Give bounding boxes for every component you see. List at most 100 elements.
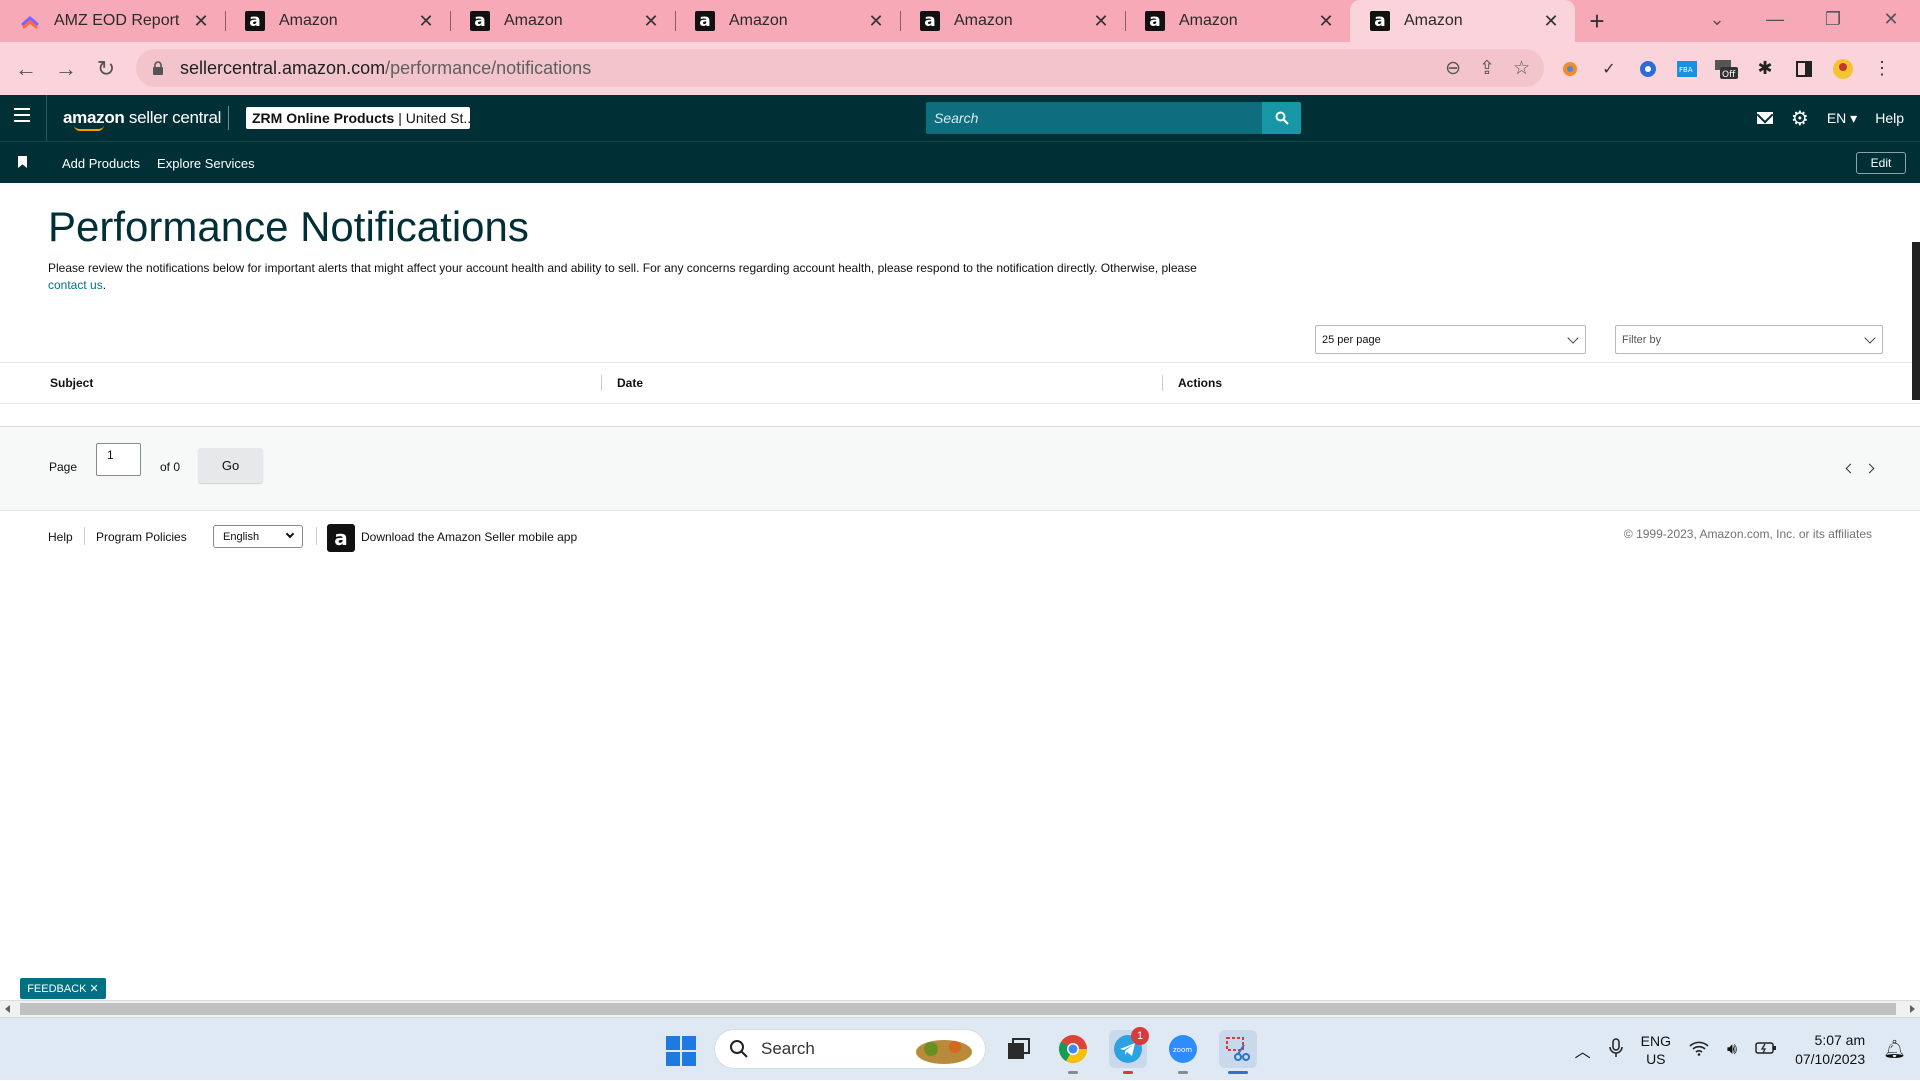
notification-center-icon[interactable]: 🔔︎ [1883, 1039, 1906, 1060]
back-icon[interactable]: ← [6, 49, 46, 89]
reload-icon[interactable]: ↻ [86, 49, 126, 89]
lock-icon[interactable] [152, 61, 164, 75]
intro-end: . [102, 278, 107, 292]
sidebar-icon[interactable] [1792, 57, 1816, 81]
close-icon[interactable]: ✕ [866, 11, 886, 32]
wifi-icon[interactable] [1689, 1040, 1709, 1059]
windows-start-icon[interactable] [666, 1036, 696, 1066]
hamburger-menu-icon[interactable] [14, 108, 30, 122]
download-app-link[interactable]: Download the Amazon Seller mobile app [361, 530, 577, 544]
amazon-smile-icon [74, 125, 104, 131]
filter-select[interactable]: Filter by [1615, 325, 1883, 354]
feedback-label: FEEDBACK [27, 982, 87, 995]
search-input[interactable] [926, 110, 1262, 126]
extension-off-icon[interactable]: Off [1714, 57, 1738, 81]
menu-kebab-icon[interactable]: ⋮ [1870, 57, 1894, 81]
url-path: /performance/notifications [385, 57, 592, 78]
column-subject[interactable]: Subject [50, 376, 93, 390]
nav-link-explore-services[interactable]: Explore Services [157, 156, 255, 171]
account-switcher[interactable]: ZRM Online Products | United St... [246, 107, 470, 129]
new-tab-button[interactable]: + [1575, 0, 1619, 42]
scroll-left-icon[interactable] [5, 1005, 10, 1013]
extensions-puzzle-icon[interactable]: ✱ [1753, 57, 1777, 81]
lang-code: ENG [1640, 1032, 1671, 1049]
browser-tab[interactable]: a Amazon ✕ [1125, 0, 1350, 42]
edit-button[interactable]: Edit [1856, 152, 1906, 174]
notification-badge: 1 [1131, 1027, 1149, 1045]
feedback-button[interactable]: FEEDBACK ✕ [20, 978, 106, 999]
svg-text:Off: Off [1722, 70, 1736, 80]
close-icon[interactable]: ✕ [1316, 11, 1336, 32]
input-language[interactable]: ENG US [1641, 1032, 1671, 1068]
minimize-icon[interactable]: — [1746, 0, 1804, 38]
extension-blue-icon[interactable] [1636, 57, 1660, 81]
bookmarks-nav: Add Products Explore Services Edit [0, 141, 1920, 183]
task-view-icon[interactable] [1000, 1030, 1038, 1068]
close-icon[interactable]: ✕ [1091, 11, 1111, 32]
scroll-right-icon[interactable] [1910, 1005, 1915, 1013]
horizontal-scrollbar[interactable] [0, 1000, 1920, 1017]
divider [228, 106, 229, 130]
page-total: of 0 [160, 460, 181, 474]
chevron-up-icon[interactable]: ︿ [1575, 1038, 1591, 1062]
browser-tab[interactable]: a Amazon ✕ [675, 0, 900, 42]
column-date[interactable]: Date [617, 376, 643, 390]
restore-icon[interactable]: ❐ [1804, 0, 1862, 38]
bookmark-star-icon[interactable]: ☆ [1513, 57, 1530, 80]
chevron-left-icon[interactable] [1845, 463, 1856, 474]
amazon-icon: a [470, 11, 490, 31]
extension-check-icon[interactable]: ✓ [1597, 57, 1621, 81]
zoom-app-icon[interactable]: zoom [1164, 1030, 1202, 1074]
amazon-seller-app-icon[interactable]: a [327, 524, 355, 552]
battery-icon[interactable] [1755, 1041, 1777, 1058]
forward-icon[interactable]: → [46, 49, 86, 89]
scrollbar-thumb[interactable] [20, 1003, 1896, 1015]
clock[interactable]: 5:07 am 07/10/2023 [1795, 1031, 1865, 1069]
go-button[interactable]: Go [198, 448, 263, 483]
nav-link-add-products[interactable]: Add Products [62, 156, 140, 171]
footer-language-select[interactable]: English [213, 525, 303, 548]
close-icon[interactable]: ✕ [191, 11, 211, 32]
volume-icon[interactable]: 🔊︎ [1727, 1041, 1737, 1059]
close-icon[interactable]: ✕ [1541, 11, 1561, 32]
mail-icon[interactable] [1756, 112, 1773, 124]
column-actions[interactable]: Actions [1178, 376, 1222, 390]
chevron-right-icon[interactable] [1864, 463, 1875, 474]
profile-avatar-icon[interactable] [1831, 57, 1855, 81]
intro-body: Please review the notifications below fo… [48, 261, 1197, 275]
telegram-icon[interactable]: 1 [1109, 1027, 1149, 1074]
settings-gear-icon[interactable]: ⚙ [1791, 106, 1809, 131]
language-selector[interactable]: EN ▾ [1827, 110, 1857, 127]
svg-text:zoom: zoom [1173, 1046, 1192, 1054]
bookmark-icon[interactable] [18, 156, 27, 168]
browser-tab[interactable]: a Amazon ✕ [450, 0, 675, 42]
zoom-icon[interactable]: ⊖ [1445, 57, 1461, 80]
extension-orange-icon[interactable] [1558, 57, 1582, 81]
program-policies-link[interactable]: Program Policies [96, 530, 187, 544]
tab-search-icon[interactable]: ⌄ [1688, 0, 1746, 38]
logo-rest: seller central [124, 108, 222, 127]
browser-tab[interactable]: AMZ EOD Report ✕ [0, 0, 225, 42]
snipping-tool-icon[interactable] [1219, 1030, 1257, 1074]
tab-title: Amazon [1179, 12, 1238, 29]
seller-central-logo[interactable]: amazon seller central [46, 95, 221, 141]
close-window-icon[interactable]: ✕ [1862, 0, 1920, 38]
close-icon[interactable]: ✕ [641, 11, 661, 32]
share-icon[interactable]: ⇪ [1479, 57, 1495, 80]
chrome-icon[interactable] [1054, 1030, 1092, 1074]
microphone-icon[interactable] [1608, 1038, 1623, 1061]
browser-tab[interactable]: a Amazon ✕ [900, 0, 1125, 42]
address-bar[interactable]: sellercentral.amazon.com/performance/not… [136, 49, 1544, 87]
browser-tab-active[interactable]: a Amazon ✕ [1350, 0, 1575, 42]
per-page-select[interactable]: 25 per page [1315, 325, 1586, 354]
fba-extension-icon[interactable]: FBA [1675, 57, 1699, 81]
contact-us-link[interactable]: contact us [48, 278, 103, 292]
page-number-input[interactable]: 1 [96, 443, 141, 476]
scroll-indicator [1912, 242, 1920, 400]
footer-help-link[interactable]: Help [48, 530, 73, 544]
search-button[interactable] [1262, 102, 1301, 134]
help-link[interactable]: Help [1875, 110, 1904, 126]
taskbar-search[interactable]: Search [714, 1029, 986, 1069]
browser-tab[interactable]: a Amazon ✕ [225, 0, 450, 42]
close-icon[interactable]: ✕ [416, 11, 436, 32]
